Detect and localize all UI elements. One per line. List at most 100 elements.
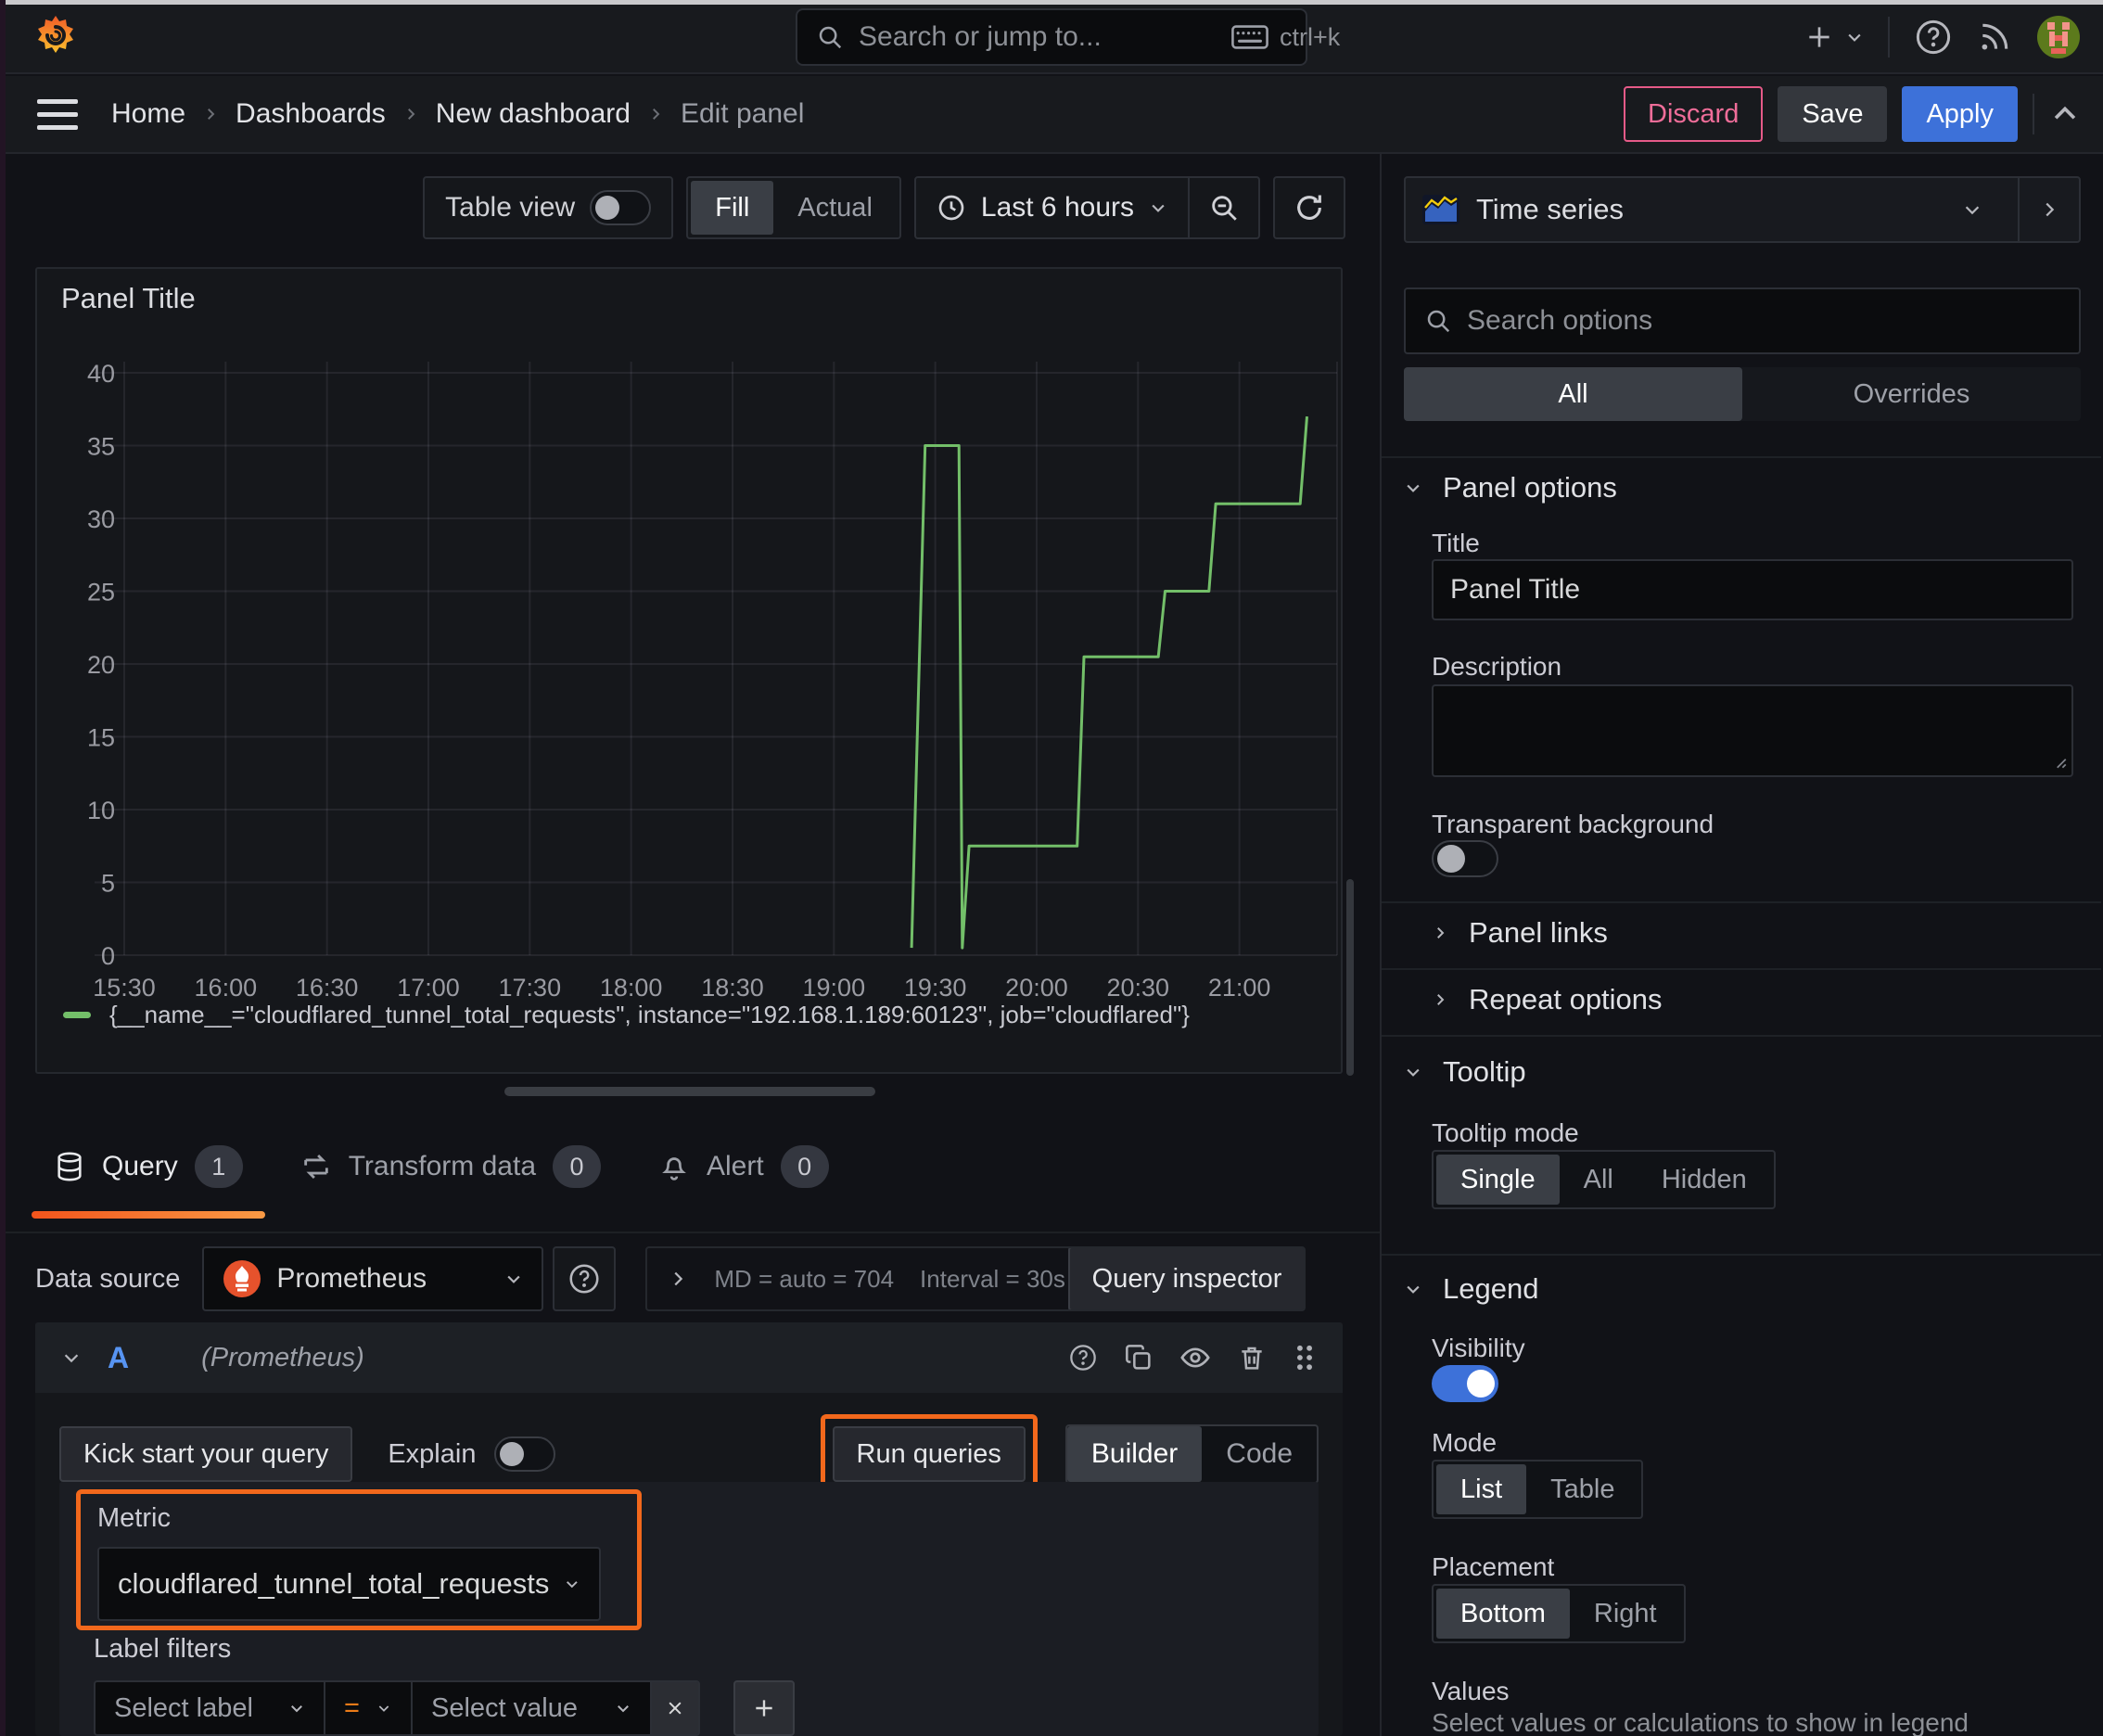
fill-option[interactable]: Fill — [691, 181, 774, 235]
resize-grip-icon[interactable] — [2051, 753, 2068, 770]
table-view-control: Table view — [423, 176, 674, 239]
transparent-background-toggle[interactable] — [1432, 840, 1498, 877]
explain-toggle[interactable] — [494, 1436, 556, 1472]
tab-all[interactable]: All — [1404, 367, 1742, 421]
panel-title-input[interactable] — [1432, 559, 2073, 620]
options-search[interactable] — [1404, 287, 2081, 354]
menu-toggle-button[interactable] — [37, 98, 78, 130]
plus-icon — [756, 1700, 772, 1717]
refresh-button[interactable] — [1275, 178, 1344, 237]
tooltip-mode-hidden[interactable]: Hidden — [1638, 1155, 1771, 1205]
breadcrumb-home[interactable]: Home — [111, 98, 185, 130]
tab-alert[interactable]: Alert 0 — [636, 1137, 851, 1196]
svg-text:25: 25 — [87, 579, 115, 606]
zoom-out-button[interactable] — [1190, 178, 1258, 237]
query-datasource-hint: (Prometheus) — [201, 1342, 364, 1372]
repeat-options-label: Repeat options — [1469, 983, 1663, 1015]
datasource-label: Data source — [35, 1263, 181, 1294]
legend-series-label[interactable]: {__name__="cloudflared_tunnel_total_requ… — [109, 1001, 1190, 1029]
search-icon — [816, 23, 844, 51]
chevron-down-icon — [291, 1705, 302, 1713]
chevron-down-icon — [1404, 479, 1422, 497]
operator-dropdown[interactable]: = — [325, 1682, 413, 1734]
transform-icon — [300, 1151, 332, 1182]
time-range-picker[interactable]: Last 6 hours — [916, 178, 1188, 237]
drag-handle-icon[interactable] — [1293, 1343, 1317, 1372]
svg-text:17:30: 17:30 — [499, 974, 562, 1002]
clock-icon — [937, 193, 966, 223]
datasource-picker[interactable]: Prometheus — [202, 1246, 544, 1311]
new-menu-button[interactable] — [1804, 22, 1864, 52]
duplicate-query-icon[interactable] — [1124, 1343, 1153, 1372]
query-options-row: MD = auto = 704 Interval = 30s Query ins… — [645, 1246, 1306, 1311]
apply-button[interactable]: Apply — [1902, 86, 2018, 142]
breadcrumb-dashboards[interactable]: Dashboards — [236, 98, 386, 130]
search-input[interactable] — [859, 21, 1217, 53]
panel-links-header[interactable]: Panel links — [1432, 916, 2081, 950]
explain-label: Explain — [388, 1438, 477, 1469]
collapse-pane-button[interactable] — [2049, 98, 2081, 130]
legend-mode-table[interactable]: Table — [1526, 1464, 1638, 1514]
legend-header[interactable]: Legend — [1404, 1272, 2081, 1306]
top-bar: ctrl+k — [0, 0, 2103, 74]
pane-resize-handle[interactable] — [504, 1087, 875, 1096]
title-label: Title — [1432, 529, 1480, 557]
svg-text:16:00: 16:00 — [195, 974, 258, 1002]
chevron-down-icon[interactable] — [61, 1347, 82, 1368]
legend-visibility-toggle[interactable] — [1432, 1365, 1498, 1402]
panel-options-header[interactable]: Panel options — [1404, 471, 2081, 504]
datasource-help-button[interactable] — [553, 1246, 617, 1311]
fill-actual-switch: Fill Actual — [686, 176, 901, 239]
user-avatar[interactable] — [2036, 15, 2081, 59]
timeseries-chart[interactable]: 0 5 10 15 20 25 30 35 40 15:30 16:00 16:30 17:00 17:3… — [37, 317, 1341, 1013]
repeat-options-header[interactable]: Repeat options — [1432, 983, 2081, 1016]
tab-transform-data[interactable]: Transform data 0 — [278, 1137, 623, 1196]
select-value-dropdown[interactable]: Select value — [413, 1682, 652, 1734]
time-range-label: Last 6 hours — [980, 192, 1134, 223]
tooltip-mode-single[interactable]: Single — [1436, 1155, 1560, 1205]
discard-button[interactable]: Discard — [1624, 86, 1764, 142]
help-button[interactable] — [1914, 18, 1953, 57]
scrollbar-thumb[interactable] — [1346, 879, 1354, 1076]
tooltip-mode-all[interactable]: All — [1560, 1155, 1638, 1205]
metric-select[interactable]: cloudflared_tunnel_total_requests — [97, 1547, 601, 1621]
legend-placement-right[interactable]: Right — [1570, 1589, 1681, 1639]
visualization-picker[interactable]: Time series — [1404, 176, 2081, 243]
breadcrumb-edit-panel: Edit panel — [680, 98, 805, 129]
news-rss-button[interactable] — [1977, 19, 2012, 55]
chevron-right-icon — [1432, 925, 1448, 941]
legend-placement-bottom[interactable]: Bottom — [1436, 1589, 1570, 1639]
code-option[interactable]: Code — [1202, 1426, 1317, 1482]
description-textarea[interactable] — [1432, 684, 2073, 777]
panel-title[interactable]: Panel Title — [61, 282, 196, 315]
builder-option[interactable]: Builder — [1066, 1426, 1203, 1482]
breadcrumb-new-dashboard[interactable]: New dashboard — [436, 98, 631, 130]
toggle-visibility-icon[interactable] — [1179, 1342, 1211, 1373]
options-search-input[interactable] — [1467, 305, 2060, 337]
global-search[interactable]: ctrl+k — [796, 8, 1340, 66]
svg-text:15: 15 — [87, 724, 115, 752]
save-button[interactable]: Save — [1778, 86, 1888, 142]
tab-overrides[interactable]: Overrides — [1742, 367, 2081, 421]
chevron-right-icon[interactable] — [668, 1269, 688, 1289]
remove-filter-button[interactable] — [652, 1682, 698, 1734]
query-inspector-button[interactable]: Query inspector — [1067, 1248, 1305, 1309]
tooltip-mode-switch: Single All Hidden — [1432, 1150, 1776, 1209]
select-label-dropdown[interactable]: Select label — [96, 1682, 325, 1734]
kick-start-button[interactable]: Kick start your query — [59, 1426, 353, 1482]
tab-query[interactable]: Query 1 — [32, 1137, 265, 1219]
tooltip-header[interactable]: Tooltip — [1404, 1055, 2081, 1089]
svg-text:20: 20 — [87, 651, 115, 679]
query-row-header[interactable]: A (Prometheus) — [35, 1322, 1343, 1393]
run-queries-button[interactable]: Run queries — [832, 1426, 1026, 1482]
add-filter-button[interactable] — [733, 1680, 795, 1736]
viz-suggestions-button[interactable] — [2018, 178, 2079, 241]
grafana-logo-icon[interactable] — [33, 13, 78, 57]
query-help-icon[interactable] — [1068, 1343, 1098, 1372]
actual-option[interactable]: Actual — [773, 181, 897, 235]
legend-mode-list[interactable]: List — [1436, 1464, 1527, 1514]
chevron-down-icon — [618, 1705, 629, 1713]
table-view-toggle[interactable] — [590, 190, 652, 225]
bell-icon — [658, 1151, 690, 1182]
delete-query-icon[interactable] — [1237, 1343, 1267, 1372]
